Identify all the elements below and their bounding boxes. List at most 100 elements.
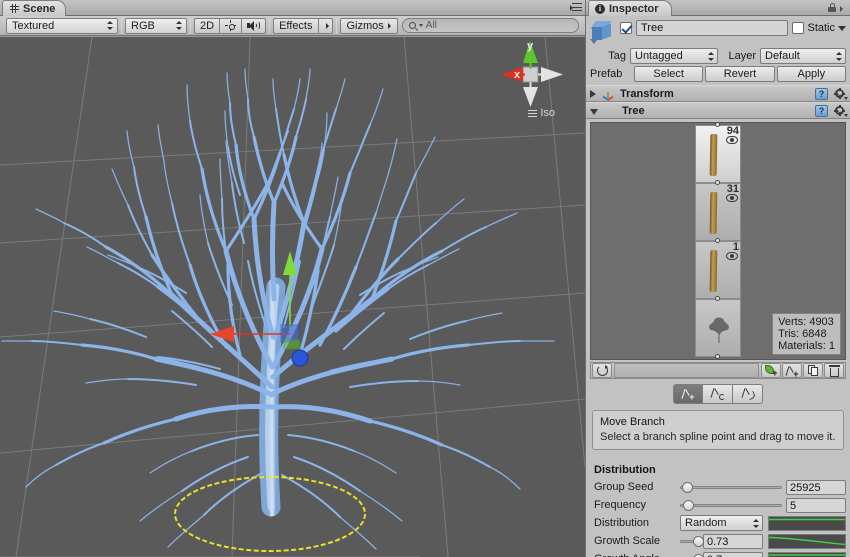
branch-tool-group: + [673,384,763,404]
frequency-slider[interactable] [680,498,782,512]
chevron-updown-icon [753,518,760,529]
speaker-icon [247,20,260,31]
branch-thumbnail [710,134,718,176]
projection-label-text: Iso [540,107,555,119]
effects-dropdown-button[interactable] [319,18,333,34]
growth-angle-slider[interactable] [680,552,699,557]
help-icon[interactable]: ? [815,88,828,100]
chevron-down-icon[interactable] [838,26,846,31]
grid-icon [10,4,19,13]
component-header-tree[interactable]: Tree ? [586,102,850,119]
prefab-select-button[interactable]: Select [634,66,703,82]
recompute-button[interactable] [592,363,612,378]
growth-angle-label: Growth Angle [590,553,680,557]
effects-button[interactable]: Effects [273,18,318,34]
scene-projection-label[interactable]: Iso [528,107,555,119]
chevron-updown-icon [836,51,843,62]
tag-layer-row: Tag Untagged Layer Default [586,47,850,65]
rotate-branch-tool-button[interactable] [703,384,733,404]
tab-inspector[interactable]: i Inspector [588,0,672,16]
gameobject-enabled-checkbox[interactable] [620,22,632,34]
color-mode-dropdown[interactable]: RGB [125,18,187,34]
tab-scene-label: Scene [23,3,55,15]
add-branch-group-button[interactable]: + [782,363,802,378]
visibility-eye-icon[interactable] [726,136,738,144]
svg-text:x: x [514,69,521,81]
stats-tris: Tris: 6848 [778,328,835,340]
inspector-tab-strip: i Inspector [586,0,850,16]
layer-value: Default [765,50,830,62]
gizmos-button[interactable]: Gizmos [340,18,398,34]
layer-dropdown[interactable]: Default [760,48,846,64]
property-row-frequency: Frequency 5 [590,497,846,513]
visibility-eye-icon[interactable] [726,194,738,202]
tag-value: Untagged [635,50,702,62]
move-branch-tool-button[interactable]: + [673,384,703,404]
static-checkbox[interactable] [792,22,804,34]
scene-toggles-group: 2D [194,18,266,34]
tag-dropdown[interactable]: Untagged [630,48,718,64]
growth-scale-value[interactable]: 0.73 [703,534,763,549]
free-hand-branch-icon [741,388,755,400]
toggle-audio-button[interactable] [242,18,266,34]
toggle-lighting-button[interactable] [220,18,242,34]
growth-scale-slider[interactable] [680,534,699,548]
inspector-panel: i Inspector Tree Static [585,0,850,557]
frequency-value[interactable]: 5 [786,498,846,513]
distribution-curve-field[interactable] [768,516,846,531]
scene-render [0,37,585,557]
distribution-label: Distribution [590,517,680,529]
tree-node-canvas[interactable]: 94 31 1 [590,122,846,360]
free-hand-branch-tool-button[interactable] [733,384,763,404]
scene-panel-menu-icon[interactable] [570,3,582,12]
lock-icon[interactable] [828,3,836,12]
branch-thumbnail [710,192,718,234]
prefab-label: Prefab [590,68,632,80]
gear-icon[interactable] [833,105,846,117]
prefab-apply-button[interactable]: Apply [777,66,846,82]
growth-angle-curve-field[interactable] [768,552,846,557]
group-seed-slider[interactable] [680,480,782,494]
visibility-eye-icon[interactable] [726,252,738,260]
scene-orientation-gizmo[interactable]: x y [487,37,577,107]
tree-node-root[interactable] [695,299,741,357]
duplicate-group-button[interactable] [803,363,823,378]
delete-group-button[interactable] [824,363,844,378]
growth-scale-curve-field[interactable] [768,534,846,549]
tree-node-branch-3[interactable]: 1 [695,241,741,299]
help-icon[interactable]: ? [815,105,828,117]
tree-node-count: 31 [727,184,739,194]
prefab-revert-button[interactable]: Revert [705,66,774,82]
scene-panel: Scene Textured RGB 2D [0,0,585,557]
refresh-icon [597,365,608,376]
inspector-panel-menu-icon[interactable] [840,4,848,10]
projection-menu-icon [528,110,537,117]
group-seed-value[interactable]: 25925 [786,480,846,495]
distribution-dropdown[interactable]: Random [680,515,763,531]
add-leaf-group-button[interactable]: + [761,363,781,378]
toolbar-spacer [614,363,759,378]
toggle-2d-button[interactable]: 2D [194,18,220,34]
scene-viewport[interactable]: Iso x y [0,37,585,557]
growth-angle-value[interactable]: 0.7 [703,552,763,557]
property-row-growth-scale: Growth Scale 0.73 [590,533,846,549]
scene-search-placeholder: All [426,20,437,31]
foldout-arrow-icon[interactable] [590,90,596,98]
scene-search-input[interactable]: All [402,18,579,33]
draw-mode-dropdown[interactable]: Textured [6,18,118,34]
duplicate-icon [808,365,819,377]
foldout-arrow-icon[interactable] [590,109,598,115]
gear-icon[interactable] [833,88,846,100]
component-header-transform[interactable]: Transform ? [586,85,850,102]
tree-node-branch-1[interactable]: 94 [695,125,741,183]
effects-label: Effects [279,20,312,32]
mesh-stats-box: Verts: 4903 Tris: 6848 Materials: 1 [772,313,841,355]
tab-scene[interactable]: Scene [2,0,66,16]
tool-help-box: Move Branch Select a branch spline point… [592,410,844,450]
add-leaf-icon: + [765,365,778,377]
frequency-label: Frequency [590,499,680,511]
add-branch-icon: + [786,365,799,377]
gameobject-name-input[interactable]: Tree [636,20,788,36]
distribution-value: Random [685,517,747,529]
tree-node-branch-2[interactable]: 31 [695,183,741,241]
